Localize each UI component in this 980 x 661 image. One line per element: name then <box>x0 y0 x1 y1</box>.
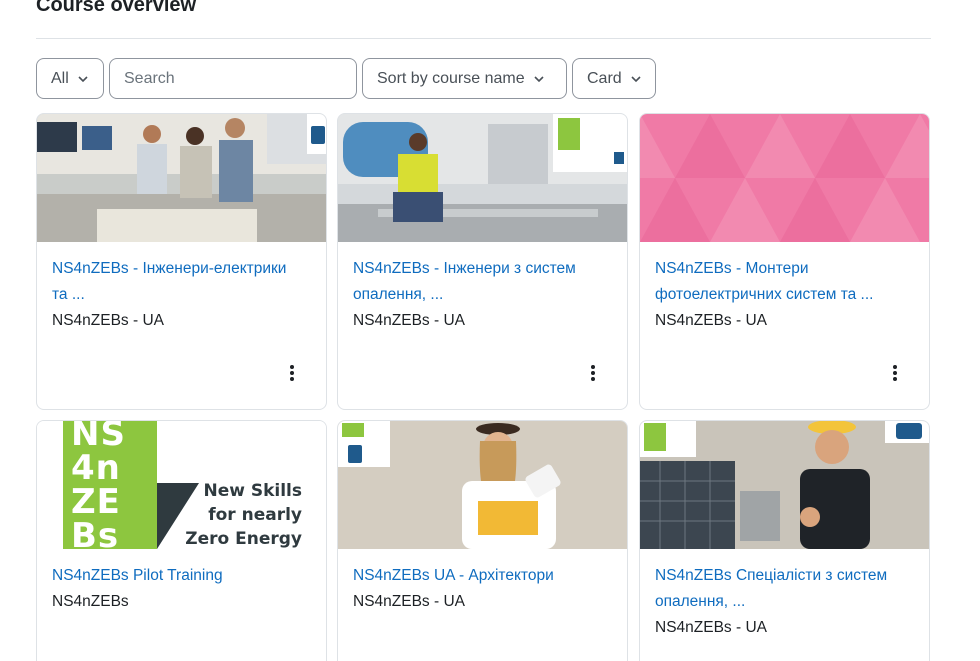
course-card[interactable]: NS4nZEBs - Монтери фотоелектричних систе… <box>639 113 930 410</box>
course-image[interactable]: NS 4n ZE Bs New Skills for nearly Zero E… <box>37 421 326 549</box>
chevron-down-icon <box>631 75 641 82</box>
course-title-line[interactable]: NS4nZEBs - Монтери <box>655 256 914 282</box>
course-category: NS4nZEBs - UA <box>655 619 767 636</box>
course-image[interactable] <box>640 421 929 549</box>
tagline-line: for nearly <box>208 505 302 525</box>
course-title[interactable]: NS4nZEBs UA - Архітектори <box>353 563 612 589</box>
course-title-line[interactable]: фотоелектричних систем та ... <box>655 282 914 308</box>
course-card[interactable]: NS4nZEBs Спеціалісти з систем опалення, … <box>639 420 930 661</box>
banner-tagline: New Skills for nearly Zero Energy <box>185 479 302 549</box>
course-title[interactable]: NS4nZEBs Спеціалісти з систем опалення, … <box>655 563 914 615</box>
course-category: NS4nZEBs - UA <box>52 312 164 329</box>
grouping-label: All <box>51 69 69 87</box>
course-title-line[interactable]: та ... <box>52 282 311 308</box>
sort-dropdown[interactable]: Sort by course name <box>362 58 567 99</box>
sort-label: Sort by course name <box>377 69 525 87</box>
course-card[interactable]: NS4nZEBs - Інженери-електрики та ... NS4… <box>36 113 327 410</box>
course-category: NS4nZEBs - UA <box>655 312 767 329</box>
chevron-down-icon <box>534 75 544 82</box>
course-title-line[interactable]: опалення, ... <box>353 282 612 308</box>
search-input[interactable]: Search <box>109 58 357 99</box>
course-card[interactable]: NS 4n ZE Bs New Skills for nearly Zero E… <box>36 420 327 661</box>
tagline-line: New Skills <box>203 481 302 501</box>
logo-letters: Bs <box>71 516 120 549</box>
logo-letters: 4n <box>71 448 121 488</box>
more-actions-icon[interactable] <box>893 365 897 381</box>
course-title-line[interactable]: NS4nZEBs Спеціалісти з систем <box>655 563 914 589</box>
course-title-line[interactable]: опалення, ... <box>655 589 914 615</box>
course-card[interactable]: NS4nZEBs - Інженери з систем опалення, .… <box>337 113 628 410</box>
course-image[interactable] <box>338 114 627 242</box>
page-title: Course overview <box>36 0 197 16</box>
view-dropdown[interactable]: Card <box>572 58 656 99</box>
brand-logo: NS 4n ZE Bs <box>71 421 157 549</box>
logo-letters: NS <box>71 421 126 454</box>
course-image[interactable] <box>338 421 627 549</box>
more-actions-icon[interactable] <box>591 365 595 381</box>
view-label: Card <box>587 69 622 87</box>
more-actions-icon[interactable] <box>290 365 294 381</box>
course-category: NS4nZEBs <box>52 593 129 610</box>
course-title-line[interactable]: NS4nZEBs - Інженери-електрики <box>52 256 311 282</box>
course-category: NS4nZEBs - UA <box>353 312 465 329</box>
course-title[interactable]: NS4nZEBs - Інженери з систем опалення, .… <box>353 256 612 308</box>
course-title-line[interactable]: NS4nZEBs - Інженери з систем <box>353 256 612 282</box>
course-title[interactable]: NS4nZEBs - Інженери-електрики та ... <box>52 256 311 308</box>
grouping-dropdown[interactable]: All <box>36 58 104 99</box>
course-image[interactable] <box>640 114 929 242</box>
course-image[interactable] <box>37 114 326 242</box>
course-title[interactable]: NS4nZEBs Pilot Training <box>52 563 311 589</box>
divider <box>36 38 931 39</box>
course-category: NS4nZEBs - UA <box>353 593 465 610</box>
course-card[interactable]: NS4nZEBs UA - Архітектори NS4nZEBs - UA <box>337 420 628 661</box>
logo-letters: ZE <box>71 482 121 522</box>
chevron-down-icon <box>78 75 88 82</box>
course-title[interactable]: NS4nZEBs - Монтери фотоелектричних систе… <box>655 256 914 308</box>
tagline-line: Zero Energy <box>185 529 302 549</box>
